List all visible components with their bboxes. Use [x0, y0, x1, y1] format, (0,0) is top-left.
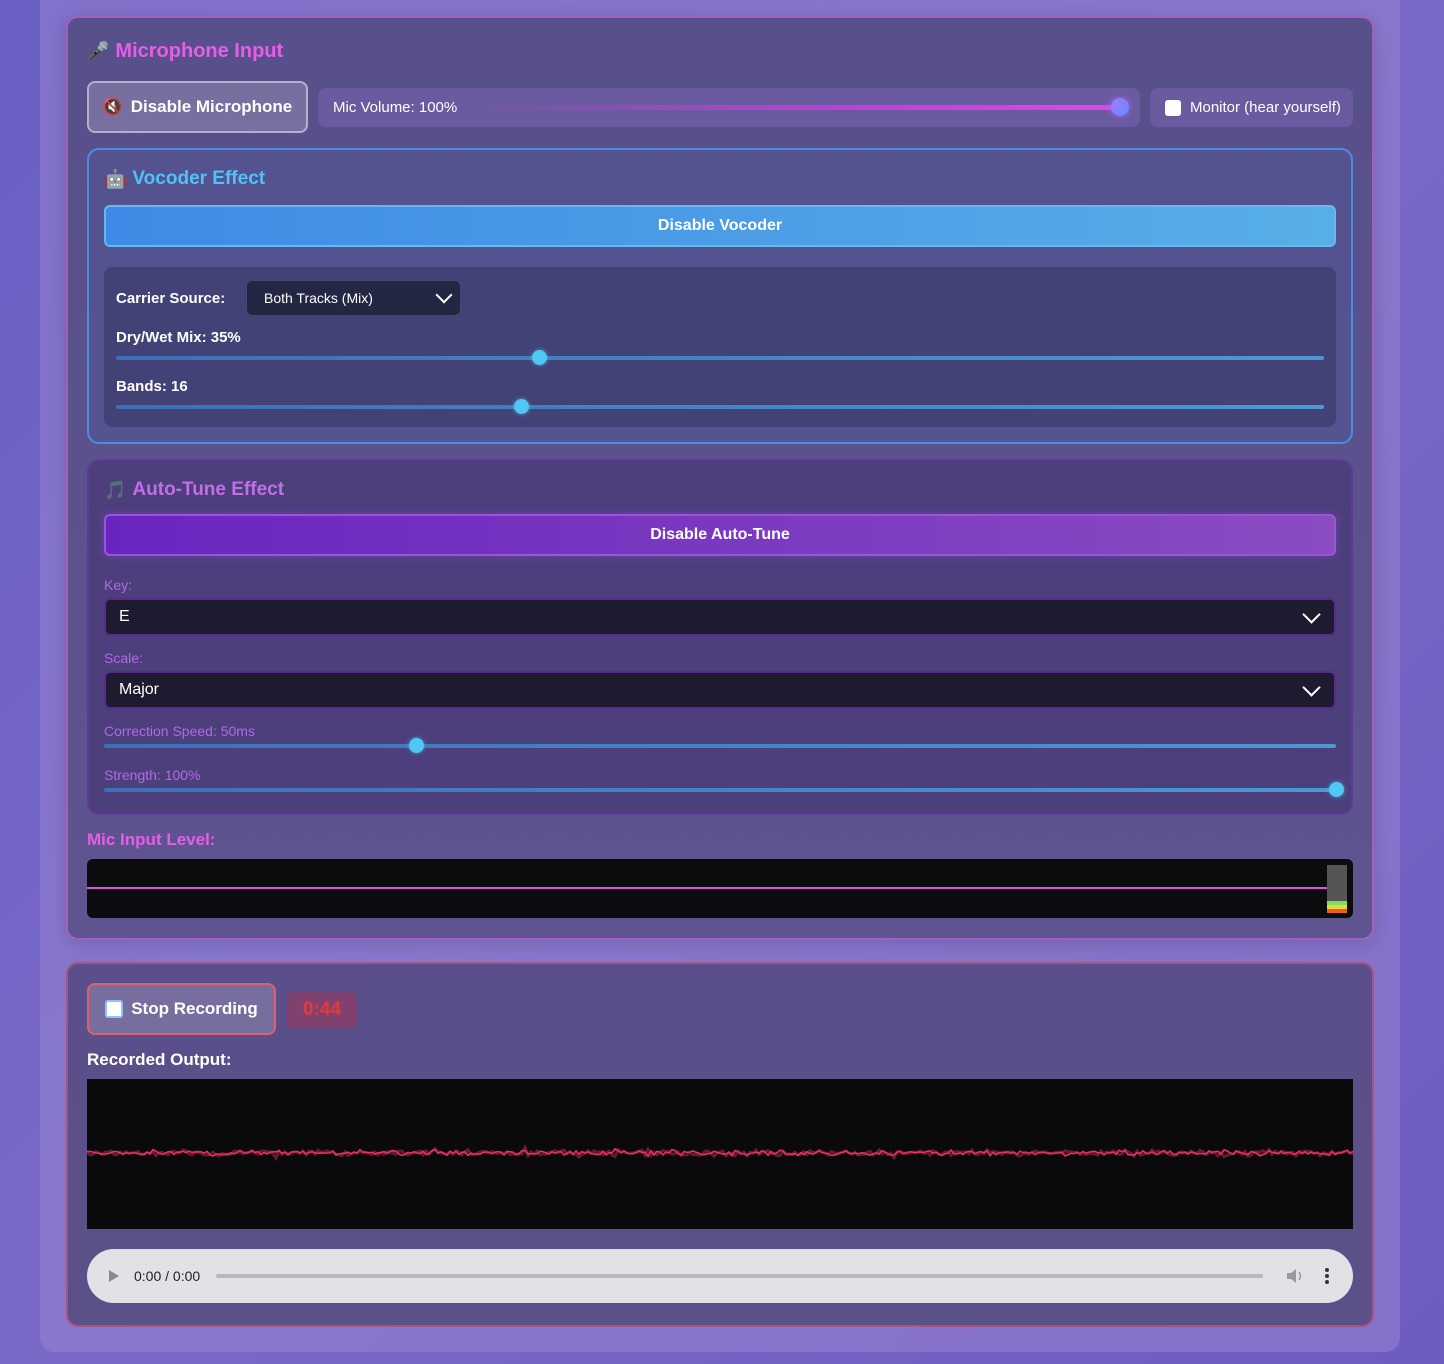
vocoder-title: Vocoder Effect: [132, 168, 266, 189]
correction-speed-slider[interactable]: [104, 738, 1336, 753]
robot-icon: 🤖: [104, 168, 127, 189]
disable-autotune-button[interactable]: Disable Auto-Tune: [104, 514, 1336, 556]
mic-input-level-display: [87, 859, 1353, 918]
waveform-svg: [85, 1143, 1354, 1162]
stop-icon: [105, 1000, 124, 1018]
dry-wet-knob[interactable]: [531, 350, 547, 365]
strength-label: Strength: 100%: [104, 767, 201, 783]
recording-timer: 0:44: [287, 992, 357, 1028]
mic-input-level-label: Mic Input Level:: [87, 830, 216, 849]
carrier-source-value: Both Tracks (Mix): [264, 290, 373, 306]
more-options-icon[interactable]: [1324, 1267, 1330, 1285]
input-waveform-line: [87, 887, 1327, 889]
stop-recording-button[interactable]: Stop Recording: [87, 983, 276, 1035]
autotune-title: Auto-Tune Effect: [132, 479, 285, 500]
correction-speed-label: Correction Speed: 50ms: [104, 723, 255, 739]
key-select[interactable]: E: [104, 598, 1336, 636]
disable-microphone-button[interactable]: 🔇 Disable Microphone: [87, 81, 308, 133]
chevron-down-icon: [1302, 678, 1321, 697]
monitor-toggle[interactable]: Monitor (hear yourself): [1150, 88, 1353, 127]
vocoder-heading: 🤖 Vocoder Effect: [104, 168, 265, 190]
disable-microphone-label: Disable Microphone: [130, 97, 293, 116]
disable-vocoder-button[interactable]: Disable Vocoder: [104, 205, 1336, 247]
chevron-down-icon: [435, 286, 453, 304]
dry-wet-label: Dry/Wet Mix: 35%: [116, 329, 241, 346]
audio-player: 0:00 / 0:00: [87, 1249, 1353, 1303]
bands-label: Bands: 16: [116, 378, 188, 395]
microphone-heading: 🎤 Microphone Input: [87, 40, 283, 63]
recorded-output-label: Recorded Output:: [87, 1050, 232, 1069]
carrier-source-label: Carrier Source:: [116, 290, 226, 307]
monitor-label: Monitor (hear yourself): [1190, 99, 1341, 116]
bands-knob[interactable]: [513, 399, 529, 414]
scale-label: Scale:: [104, 650, 143, 666]
player-time: 0:00 / 0:00: [134, 1268, 201, 1284]
level-meter: [1327, 865, 1347, 913]
mic-volume-label: Mic Volume: 100%: [333, 99, 458, 116]
muted-speaker-icon: 🔇: [102, 99, 123, 116]
mic-volume-knob[interactable]: [1111, 98, 1129, 116]
dry-wet-slider[interactable]: [116, 350, 1324, 365]
chevron-down-icon: [1302, 605, 1321, 624]
player-progress-bar[interactable]: [216, 1274, 1263, 1278]
stop-recording-label: Stop Recording: [131, 999, 258, 1018]
recorded-waveform: [85, 1079, 1354, 1229]
microphone-title: Microphone Input: [115, 40, 284, 62]
mic-volume-slider[interactable]: [464, 98, 1129, 116]
autotune-panel: [87, 459, 1353, 815]
monitor-checkbox[interactable]: [1165, 99, 1181, 116]
carrier-source-select[interactable]: Both Tracks (Mix): [246, 280, 461, 316]
scale-select[interactable]: Major: [104, 671, 1336, 709]
key-value: E: [119, 608, 130, 625]
strength-knob[interactable]: [1329, 782, 1344, 797]
bands-slider[interactable]: [116, 399, 1324, 414]
music-note-icon: 🎵: [104, 479, 127, 500]
volume-icon[interactable]: [1285, 1267, 1305, 1285]
strength-slider[interactable]: [104, 782, 1344, 797]
mic-volume-control: Mic Volume: 100%: [318, 88, 1140, 127]
play-icon[interactable]: [109, 1270, 119, 1282]
correction-speed-knob[interactable]: [408, 738, 424, 753]
scale-value: Major: [119, 681, 160, 698]
autotune-heading: 🎵 Auto-Tune Effect: [104, 479, 284, 501]
microphone-icon: 🎤: [87, 41, 110, 61]
key-label: Key:: [104, 577, 133, 593]
